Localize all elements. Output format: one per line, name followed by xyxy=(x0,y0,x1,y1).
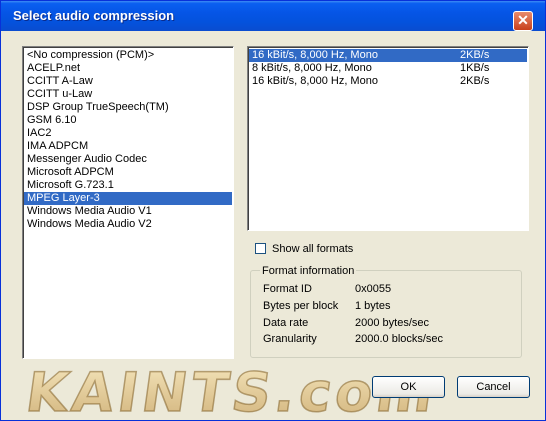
format-list-item[interactable]: 16 kBit/s, 8,000 Hz, Mono 2KB/s xyxy=(249,49,527,62)
codec-list-item[interactable]: ACELP.net xyxy=(24,62,232,75)
format-description: 16 kBit/s, 8,000 Hz, Mono xyxy=(252,49,378,61)
codec-list[interactable]: <No compression (PCM)> ACELP.net CCITT A-L… xyxy=(22,46,234,359)
format-rate: 1KB/s xyxy=(460,62,490,74)
format-id-label: Format ID xyxy=(263,283,312,295)
format-description: 16 kBit/s, 8,000 Hz, Mono xyxy=(252,75,378,87)
codec-list-item[interactable]: <No compression (PCM)> xyxy=(24,49,232,62)
format-description: 8 kBit/s, 8,000 Hz, Mono xyxy=(252,62,372,74)
granularity-value: 2000.0 blocks/sec xyxy=(355,333,444,345)
show-all-formats-checkbox[interactable] xyxy=(255,243,266,254)
codec-list-item[interactable]: GSM 6.10 xyxy=(24,114,232,127)
codec-list-item[interactable]: Messenger Audio Codec xyxy=(24,153,232,166)
bytes-per-block-value: 1 bytes xyxy=(355,300,391,312)
format-rate: 2KB/s xyxy=(460,49,490,61)
codec-list-item[interactable]: CCITT u-Law xyxy=(24,88,232,101)
cancel-button[interactable]: Cancel xyxy=(457,376,530,398)
close-icon: ✕ xyxy=(517,12,529,28)
granularity-label: Granularity xyxy=(263,333,317,345)
codec-list-item[interactable]: DSP Group TrueSpeech(TM) xyxy=(24,101,232,114)
codec-list-item[interactable]: IAC2 xyxy=(24,127,232,140)
show-all-formats-label: Show all formats xyxy=(272,242,354,255)
data-rate-label: Data rate xyxy=(263,317,309,329)
data-rate-value: 2000 bytes/sec xyxy=(355,317,429,329)
format-list-item[interactable]: 8 kBit/s, 8,000 Hz, Mono 1KB/s xyxy=(249,62,527,75)
codec-list-item[interactable]: Microsoft ADPCM xyxy=(24,166,232,179)
codec-list-item[interactable]: MPEG Layer-3 xyxy=(24,192,232,205)
format-list-item[interactable]: 16 kBit/s, 8,000 Hz, Mono 2KB/s xyxy=(249,75,527,88)
format-list[interactable]: 16 kBit/s, 8,000 Hz, Mono 2KB/s 8 kBit/s, … xyxy=(247,46,529,231)
format-information-caption: Format information xyxy=(260,265,357,277)
ok-button[interactable]: OK xyxy=(372,376,445,398)
codec-list-item[interactable]: IMA ADPCM xyxy=(24,140,232,153)
codec-list-item[interactable]: Windows Media Audio V1 xyxy=(24,205,232,218)
close-button[interactable]: ✕ xyxy=(513,11,533,31)
format-rate: 2KB/s xyxy=(460,75,490,87)
codec-list-item[interactable]: Windows Media Audio V2 xyxy=(24,218,232,231)
codec-list-item[interactable]: Microsoft G.723.1 xyxy=(24,179,232,192)
codec-list-item[interactable]: CCITT A-Law xyxy=(24,75,232,88)
show-all-formats-option[interactable]: Show all formats xyxy=(255,241,353,256)
title-bar[interactable]: Select audio compression ✕ xyxy=(1,1,545,31)
format-id-value: 0x0055 xyxy=(355,283,392,295)
window-title: Select audio compression xyxy=(13,8,175,23)
audio-compression-dialog: Select audio compression ✕ <No compressi… xyxy=(0,0,546,421)
bytes-per-block-label: Bytes per block xyxy=(263,300,339,312)
